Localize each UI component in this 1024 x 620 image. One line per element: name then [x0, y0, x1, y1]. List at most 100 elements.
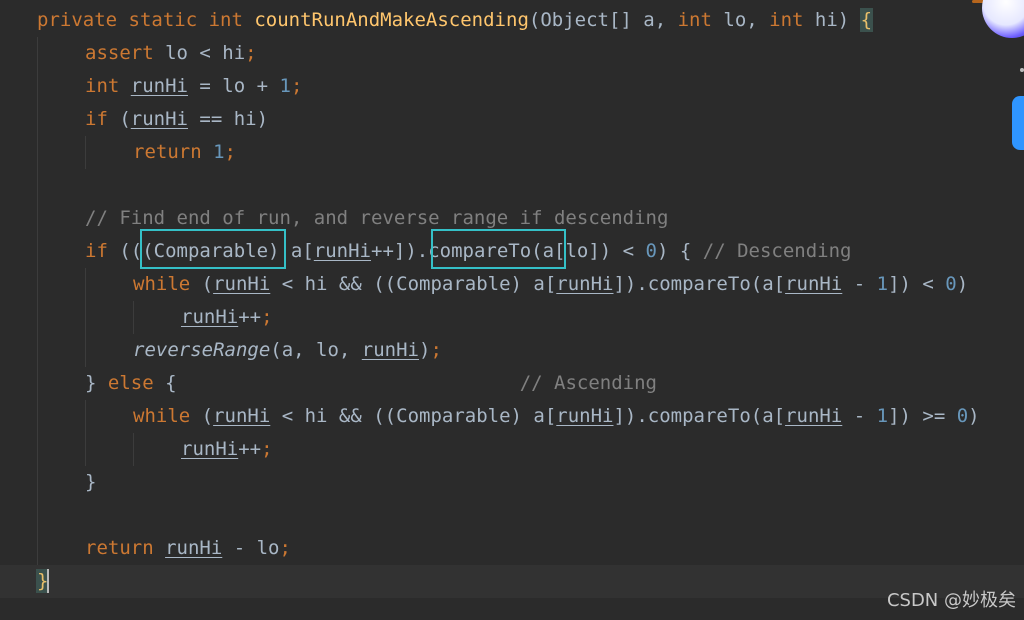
code-token: private static int — [37, 9, 255, 31]
code-token: 0 — [645, 240, 657, 262]
comment-token: // Descending — [702, 240, 852, 262]
code-token: assert — [85, 42, 166, 64]
code-token: lo, — [723, 9, 770, 31]
code-line-current[interactable]: } — [0, 565, 1024, 598]
indent-guide — [85, 136, 86, 169]
code-token: (a, lo, — [270, 339, 362, 361]
variable-token: runHi — [213, 273, 271, 295]
comment-token: // Ascending — [519, 372, 657, 394]
code-token: int — [769, 9, 815, 31]
variable-token: runHi — [556, 405, 614, 427]
code-token: ; — [290, 75, 303, 97]
variable-token: runHi — [181, 438, 239, 460]
code-token: ++ — [238, 306, 262, 328]
variable-token: runHi — [785, 273, 843, 295]
code-line[interactable]: assert lo < hi; — [0, 37, 1024, 70]
code-line-text: return runHi - lo; — [85, 532, 291, 565]
code-token: ]).compareTo(a[ — [613, 273, 786, 295]
code-line-text: if (runHi == hi) — [85, 103, 268, 136]
code-token: ) { — [657, 240, 703, 262]
code-token: if — [85, 240, 120, 262]
indent-guide — [133, 301, 134, 334]
variable-token: runHi — [361, 339, 419, 361]
comparable-cast-highlight — [140, 229, 286, 269]
code-token: - lo — [222, 537, 280, 559]
dot-icon — [1020, 68, 1024, 72]
compareto-call-highlight — [431, 229, 566, 269]
code-token: < hi && ((Comparable) a[ — [270, 273, 557, 295]
code-token: < hi && ((Comparable) a[ — [270, 405, 557, 427]
indent-guide — [133, 433, 134, 466]
code-token: ) — [419, 339, 431, 361]
code-token: while — [133, 405, 202, 427]
variable-token: runHi — [130, 75, 188, 97]
code-line[interactable]: private static int countRunAndMakeAscend… — [0, 4, 1024, 37]
code-line[interactable] — [0, 169, 1024, 202]
code-line-text: while (runHi < hi && ((Comparable) a[run… — [133, 400, 980, 433]
code-token: ) — [956, 273, 969, 295]
code-line-text: int runHi = lo + 1; — [85, 70, 302, 103]
code-line[interactable]: while (runHi < hi && ((Comparable) a[run… — [0, 400, 1024, 433]
code-token: 1 — [876, 405, 889, 427]
code-token: = lo + — [187, 75, 280, 97]
code-line[interactable]: while (runHi < hi && ((Comparable) a[run… — [0, 268, 1024, 301]
code-token: } — [85, 471, 97, 493]
variable-token: runHi — [165, 537, 223, 559]
code-line-text: runHi++; — [181, 433, 273, 466]
code-line-text: while (runHi < hi && ((Comparable) a[run… — [133, 268, 968, 301]
code-line[interactable]: runHi++; — [0, 433, 1024, 466]
code-token: 0 — [956, 405, 969, 427]
code-token: countRunAndMakeAscending — [254, 9, 529, 31]
code-line[interactable] — [0, 499, 1024, 532]
code-token: hi) — [814, 9, 861, 31]
code-token: while — [133, 273, 202, 295]
code-token: else — [107, 372, 166, 394]
code-token: { — [165, 372, 520, 394]
code-token: ; — [261, 438, 273, 460]
code-token: } — [85, 372, 108, 394]
code-line[interactable]: int runHi = lo + 1; — [0, 70, 1024, 103]
code-token: lo < hi — [165, 42, 246, 64]
code-token: 1 — [213, 141, 225, 163]
code-token: == hi) — [187, 108, 269, 130]
text-caret — [47, 569, 49, 593]
code-token: ( — [201, 273, 214, 295]
code-token: - — [842, 273, 877, 295]
code-line[interactable]: runHi++; — [0, 301, 1024, 334]
code-token: ( — [201, 405, 214, 427]
code-editor[interactable]: private static int countRunAndMakeAscend… — [0, 0, 1024, 620]
variable-token: runHi — [130, 108, 188, 130]
code-token: ; — [430, 339, 442, 361]
code-token: ; — [245, 42, 257, 64]
code-token: ]).compareTo(a[ — [613, 405, 786, 427]
watermark: CSDN @妙极矣 — [886, 590, 1016, 611]
code-line[interactable]: } — [0, 466, 1024, 499]
code-line-text: reverseRange(a, lo, runHi); — [133, 334, 442, 367]
code-token: int — [677, 9, 724, 31]
code-token: - — [842, 405, 877, 427]
side-panel-button[interactable] — [1012, 96, 1024, 150]
code-token: ]) >= — [888, 405, 957, 427]
variable-token: runHi — [181, 306, 239, 328]
code-line[interactable]: if (runHi == hi) — [0, 103, 1024, 136]
code-token: int — [85, 75, 131, 97]
variable-token: runHi — [556, 273, 614, 295]
code-line[interactable]: return runHi - lo; — [0, 532, 1024, 565]
code-token: 1 — [279, 75, 291, 97]
code-token: ) — [968, 405, 980, 427]
code-line-text: } — [85, 466, 96, 499]
code-line-text: assert lo < hi; — [85, 37, 257, 70]
variable-token: runHi — [213, 405, 271, 427]
code-line-text: private static int countRunAndMakeAscend… — [37, 4, 874, 37]
code-token: ; — [261, 306, 273, 328]
code-line[interactable]: reverseRange(a, lo, runHi); — [0, 334, 1024, 367]
code-token: return — [85, 537, 166, 559]
code-line-text: runHi++; — [181, 301, 273, 334]
variable-token: runHi — [785, 405, 843, 427]
code-token: reverseRange — [133, 339, 271, 361]
comment-token: // Find end of run, and reverse range if… — [85, 207, 669, 229]
code-line[interactable]: return 1; — [0, 136, 1024, 169]
code-line[interactable]: } else { // Ascending — [0, 367, 1024, 400]
indent-guide — [85, 268, 86, 367]
code-token: return — [133, 141, 214, 163]
